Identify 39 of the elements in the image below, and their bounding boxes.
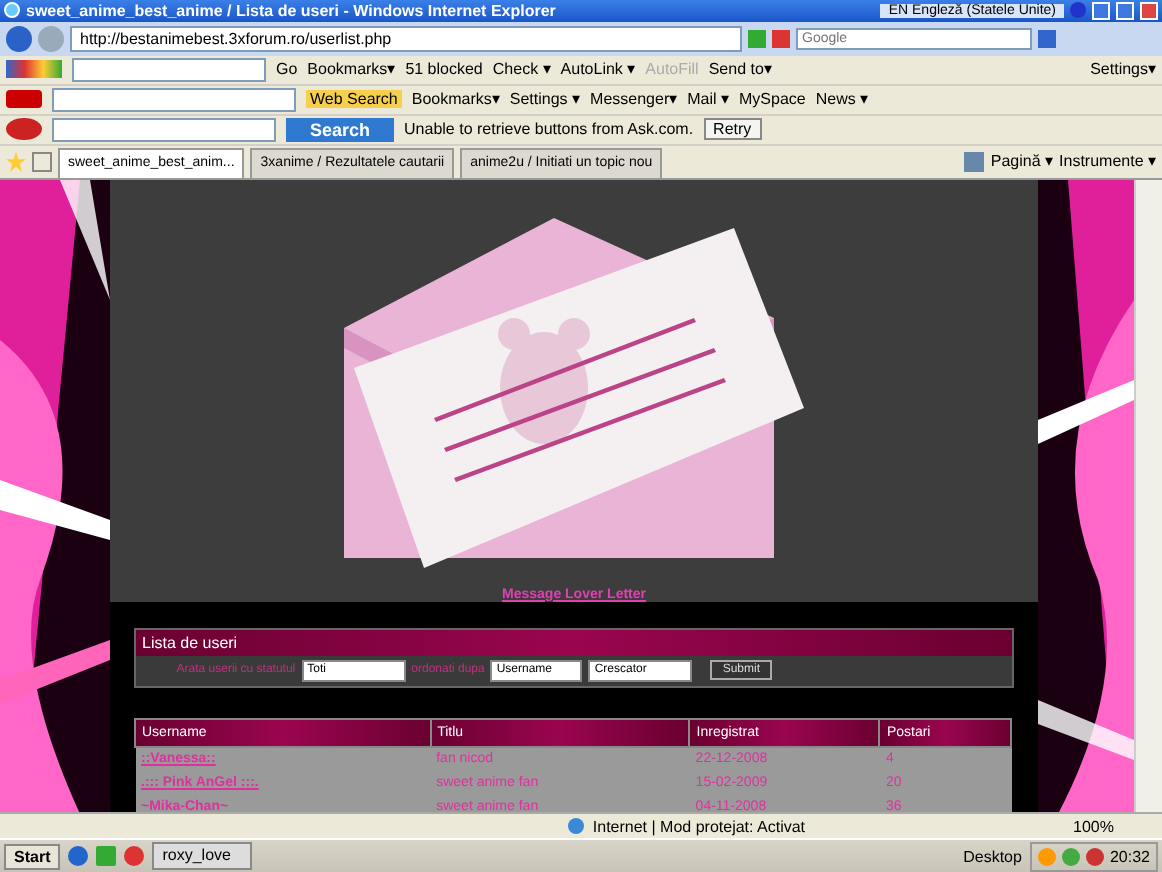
- go-button[interactable]: Go: [276, 60, 298, 79]
- toolbar-button[interactable]: Bookmarks▾: [307, 60, 396, 79]
- toolbar-search-field[interactable]: [52, 87, 296, 112]
- toolbar-search-field[interactable]: [52, 117, 276, 142]
- panel-header: Lista de useri: [136, 629, 1013, 656]
- command-button[interactable]: Pagină ▾: [990, 152, 1054, 171]
- toolbar-button[interactable]: MySpace: [739, 90, 806, 109]
- address-field[interactable]: http://bestanimebest.3xforum.ro/userlist.php: [70, 25, 742, 52]
- toolbar-button[interactable]: AutoLink ▾: [560, 60, 636, 79]
- toolbar-button[interactable]: News ▾: [815, 90, 869, 109]
- toolbar-button[interactable]: Bookmarks▾: [411, 90, 500, 109]
- toolbar-button[interactable]: Check ▾: [492, 60, 551, 79]
- toolbar-button[interactable]: Messenger▾: [590, 90, 678, 109]
- quick-launch-icon[interactable]: [124, 846, 145, 867]
- desktop-toolbar[interactable]: Desktop: [963, 847, 1022, 866]
- toolbar-button[interactable]: Mail ▾: [687, 90, 729, 109]
- quick-launch-icon[interactable]: [68, 846, 89, 867]
- maximize-button[interactable]: [1116, 1, 1134, 20]
- zoom-control[interactable]: 100%: [1073, 817, 1114, 836]
- browser-icon: [4, 2, 20, 19]
- minimize-button[interactable]: [1092, 1, 1110, 20]
- taskbar-button[interactable]: roxy_love: [152, 842, 253, 871]
- toolbar-button[interactable]: Send to▾: [708, 60, 772, 79]
- window-title: sweet_anime_best_anime / Lista de useri - Windows Internet Explorer: [26, 1, 558, 20]
- toolbar-message: Unable to retrieve buttons from Ask.com.: [404, 120, 694, 139]
- start-button[interactable]: Start: [4, 843, 61, 870]
- close-button[interactable]: [1140, 1, 1158, 20]
- security-zone: Internet | Mod protejat: Activat: [592, 817, 806, 836]
- web-search-button[interactable]: Web Search: [306, 90, 402, 109]
- toolbar-search-field[interactable]: [72, 57, 266, 82]
- retry-button[interactable]: Retry: [703, 118, 762, 141]
- scrollbar[interactable]: [1134, 179, 1162, 813]
- toolbar-button[interactable]: 51 blocked: [405, 60, 483, 79]
- search-button[interactable]: Search: [286, 117, 395, 142]
- quick-launch-icon[interactable]: [96, 846, 117, 867]
- toolbar-button[interactable]: Settings ▾: [509, 90, 581, 109]
- command-button[interactable]: Instrumente ▾: [1059, 152, 1156, 171]
- clock: 20:32: [1109, 847, 1150, 866]
- settings-button[interactable]: Settings▾: [1090, 60, 1156, 79]
